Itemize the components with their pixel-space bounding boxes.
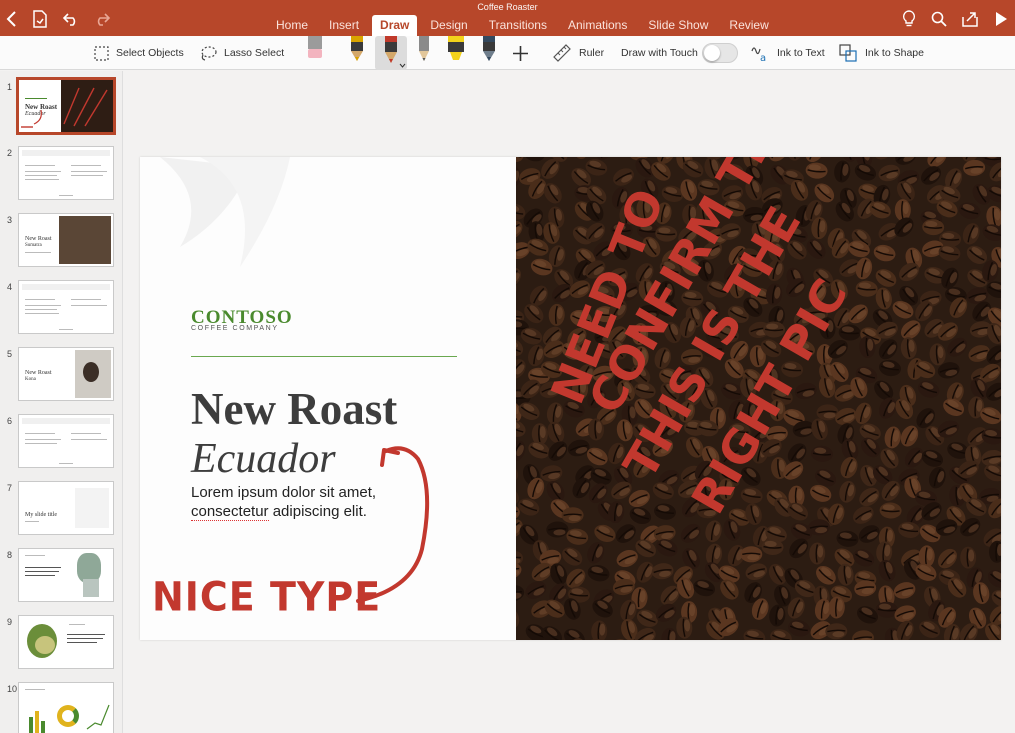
plus-icon	[513, 45, 528, 61]
slide-thumb-10[interactable]	[18, 682, 114, 733]
select-objects-button[interactable]: Select Objects	[94, 36, 184, 70]
highlighter-yellow[interactable]	[443, 36, 469, 70]
thumb-slide-title: My slide title	[25, 512, 57, 518]
slide-number: 8	[7, 550, 13, 560]
slide-number: 4	[7, 282, 13, 292]
coffee-beans-photo[interactable]	[497, 157, 1001, 640]
slide-number: 10	[7, 684, 18, 694]
ink-to-shape-icon	[839, 44, 857, 62]
slide-number: 7	[7, 483, 13, 493]
lasso-icon	[201, 45, 217, 61]
play-icon[interactable]	[992, 10, 1010, 28]
slide-thumb-8[interactable]	[18, 548, 114, 602]
slide-thumb-4[interactable]	[18, 280, 114, 334]
tab-transitions[interactable]: Transitions	[481, 15, 555, 36]
tab-insert[interactable]: Insert	[321, 15, 367, 36]
slide-number: 5	[7, 349, 13, 359]
lasso-select-button[interactable]: Lasso Select	[200, 36, 284, 70]
redo-icon[interactable]	[93, 10, 111, 28]
file-icon[interactable]	[31, 10, 49, 28]
slide-thumb-1[interactable]: New Roast Ecuador	[16, 77, 116, 135]
ink-to-shape-label: Ink to Shape	[865, 47, 924, 59]
slide-thumb-9[interactable]	[18, 615, 114, 669]
tab-slide-show[interactable]: Slide Show	[640, 15, 716, 36]
select-objects-icon	[94, 45, 109, 61]
coffee-beans-image	[497, 157, 1001, 640]
draw-with-touch-label: Draw with Touch	[621, 47, 698, 59]
brand-subtitle[interactable]: COFFEE COMPANY	[191, 325, 279, 332]
document-title: Coffee Roaster	[477, 2, 538, 12]
slide-thumb-6[interactable]	[18, 414, 114, 468]
pen-red-selected[interactable]	[375, 36, 407, 70]
search-icon[interactable]	[930, 10, 948, 28]
tab-design[interactable]: Design	[422, 15, 475, 36]
watercolor-texture	[160, 157, 290, 267]
slide-number: 2	[7, 148, 13, 158]
tab-animations[interactable]: Animations	[560, 15, 635, 36]
pencil-gray[interactable]	[411, 36, 437, 70]
share-icon[interactable]	[961, 10, 979, 28]
pen-navy[interactable]	[476, 36, 502, 70]
slide-title-line2[interactable]: Ecuador	[191, 435, 336, 483]
ribbon-tabs: Home Insert Draw Design Transitions Anim…	[268, 15, 782, 36]
slide-number: 6	[7, 416, 13, 426]
slide-number: 3	[7, 215, 13, 225]
undo-icon[interactable]	[62, 10, 80, 28]
slide-number: 9	[7, 617, 13, 627]
slide-thumb-5[interactable]: New Roast Kona	[18, 347, 114, 401]
ruler-label: Ruler	[579, 47, 605, 59]
divider-line	[191, 356, 457, 357]
slide-thumbnail-pane[interactable]: 1 New Roast Ecuador 2 3 New Roast Sumatr…	[0, 71, 123, 733]
lasso-select-label: Lasso Select	[224, 47, 285, 59]
tab-draw[interactable]: Draw	[372, 15, 418, 36]
svg-text:a: a	[760, 53, 766, 63]
slide-number: 1	[7, 82, 13, 92]
spellcheck-word: consectetur	[191, 503, 269, 521]
select-objects-label: Select Objects	[116, 47, 184, 59]
chevron-down-icon	[399, 63, 406, 68]
slide-body-line2-rest: adipiscing elit.	[268, 503, 367, 520]
ink-to-text-icon: a	[751, 47, 766, 63]
add-pen-button[interactable]	[512, 36, 536, 70]
title-bar: Coffee Roaster Home Insert Draw Design T…	[0, 0, 1015, 36]
ink-to-text-button[interactable]: a Ink to Text	[750, 36, 825, 70]
slide-thumb-3[interactable]: New Roast Sumatra	[18, 213, 114, 267]
pen-gold[interactable]	[344, 36, 370, 70]
draw-ribbon: Select Objects Lasso Select Ruler Draw w…	[0, 36, 1015, 70]
main-slide-canvas[interactable]: CONTOSO COFFEE COMPANY New Roast Ecuador…	[140, 157, 1001, 640]
ink-to-text-label: Ink to Text	[777, 47, 825, 59]
eraser-tool[interactable]	[302, 36, 328, 70]
back-icon[interactable]	[3, 10, 21, 28]
toggle-knob	[704, 45, 720, 61]
lightbulb-icon[interactable]	[900, 10, 918, 28]
ruler-button[interactable]: Ruler	[552, 36, 604, 70]
slide-body-line1[interactable]: Lorem ipsum dolor sit amet,	[191, 484, 376, 501]
slide-thumb-7[interactable]: My slide title	[18, 481, 114, 535]
ink-to-shape-button[interactable]: Ink to Shape	[838, 36, 924, 70]
slide-thumb-2[interactable]	[18, 146, 114, 200]
draw-with-touch-toggle[interactable]	[702, 43, 738, 63]
ruler-icon	[553, 44, 571, 62]
slide-body-line2[interactable]: consectetur adipiscing elit.	[191, 503, 367, 521]
slide-title-line1[interactable]: New Roast	[191, 383, 397, 435]
slide-text-panel: CONTOSO COFFEE COMPANY New Roast Ecuador…	[140, 157, 516, 640]
tab-home[interactable]: Home	[268, 15, 316, 36]
draw-with-touch-label-wrap: Draw with Touch	[621, 36, 698, 70]
tab-review[interactable]: Review	[721, 15, 776, 36]
